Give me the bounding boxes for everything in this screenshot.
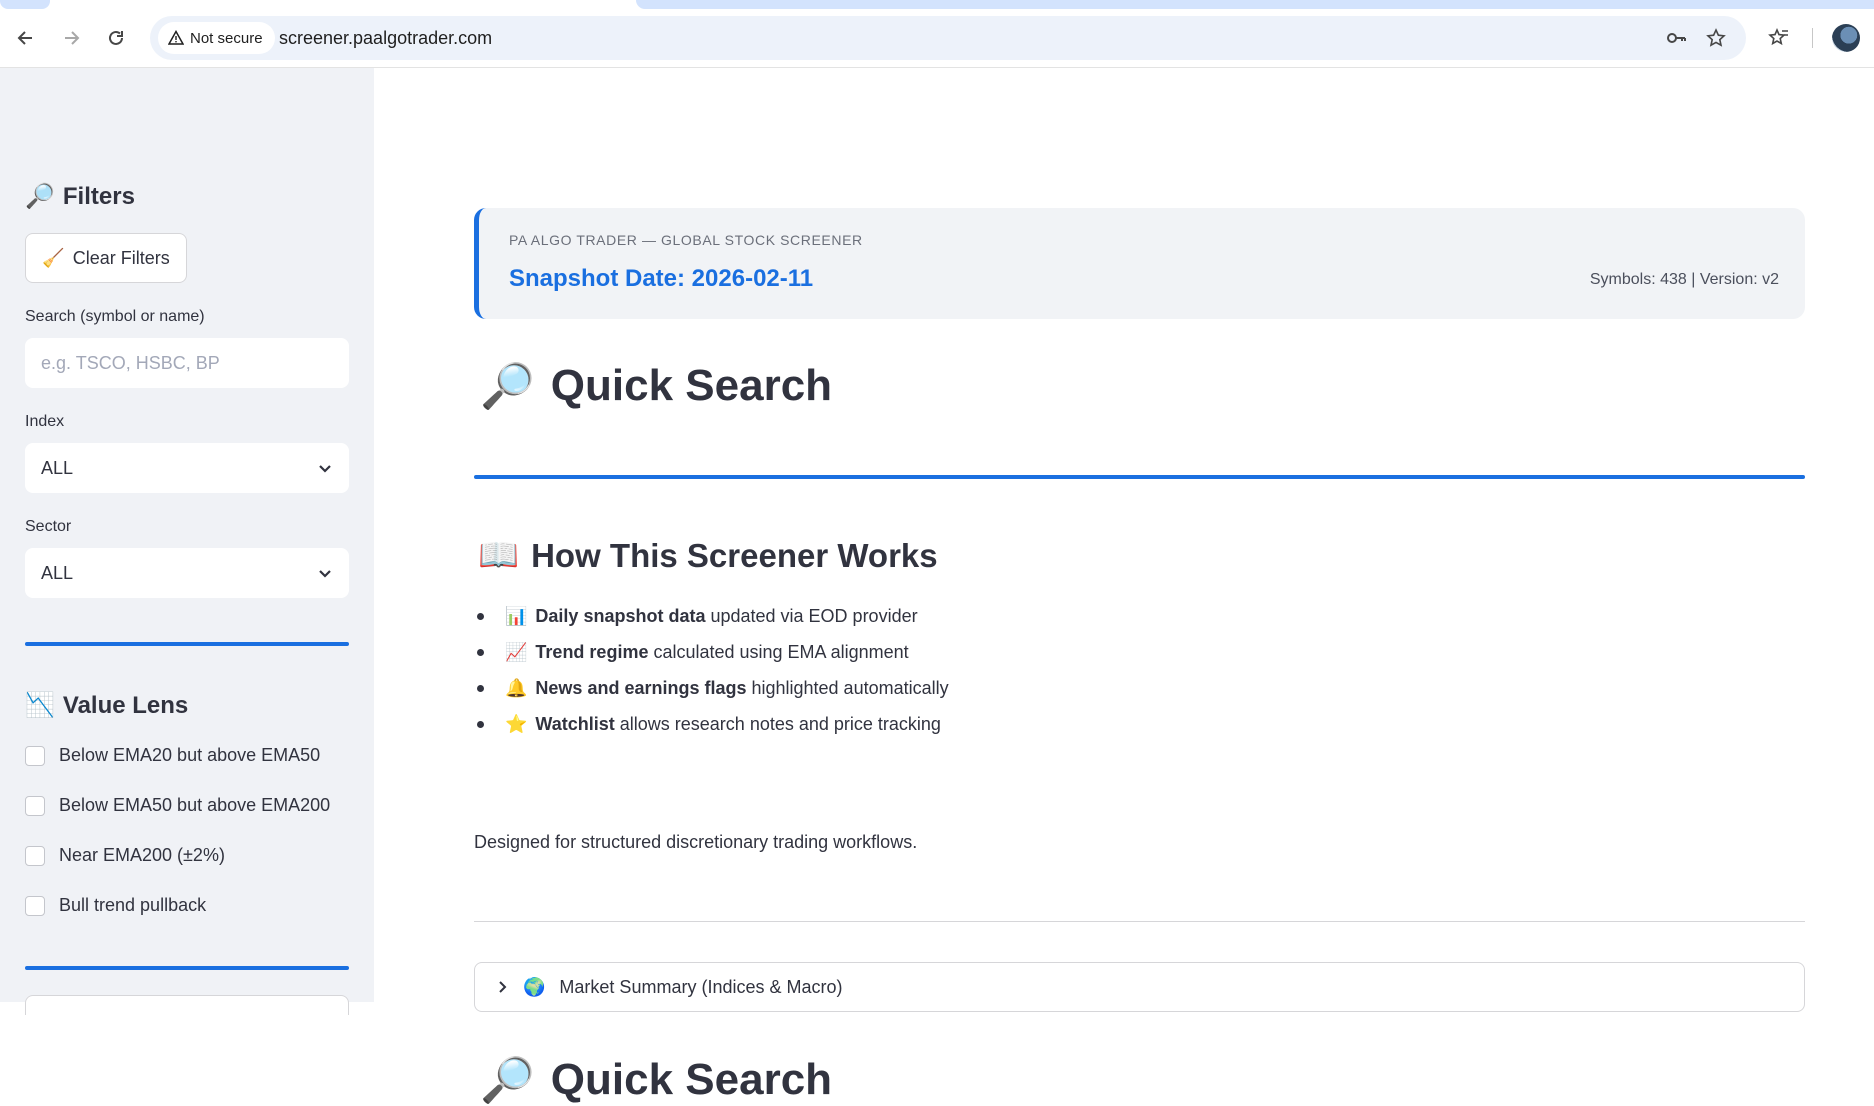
chart-decreasing-icon: 📉: [25, 692, 55, 719]
section-divider: [474, 475, 1805, 479]
reload-button[interactable]: [100, 22, 132, 54]
bookmark-star-icon[interactable]: [1704, 26, 1728, 50]
value-lens-option[interactable]: Bull trend pullback: [25, 895, 206, 916]
sidebar: 🔎 Filters 🧹 Clear Filters Search (symbol…: [0, 68, 374, 1015]
toolbar-divider: [1812, 28, 1813, 48]
security-chip[interactable]: Not secure: [158, 22, 275, 54]
chevron-down-icon: [319, 570, 331, 578]
how-it-works-heading: 📖 How This Screener Works: [478, 536, 938, 575]
magnifier-icon: 🔎: [480, 1056, 535, 1105]
filters-heading: 🔎 Filters: [25, 182, 135, 211]
sidebar-next-widget[interactable]: [25, 995, 349, 1015]
warning-icon: [168, 30, 184, 45]
forward-button[interactable]: [55, 22, 87, 54]
bullet-bold: Trend regime: [535, 641, 649, 662]
sidebar-divider: [25, 966, 349, 970]
bookmarks-manager-icon[interactable]: [1763, 22, 1795, 54]
value-lens-option[interactable]: Below EMA20 but above EMA50: [25, 745, 320, 766]
quick-search-heading-2: 🔎 Quick Search: [480, 1054, 832, 1106]
sidebar-divider: [25, 642, 349, 646]
value-lens-title: Value Lens: [62, 691, 189, 719]
checkbox[interactable]: [25, 795, 45, 816]
snapshot-banner: PA ALGO TRADER — GLOBAL STOCK SCREENER S…: [474, 208, 1805, 319]
bullet-bold: News and earnings flags: [535, 677, 747, 698]
index-select[interactable]: ALL: [25, 443, 349, 493]
reload-icon: [109, 30, 123, 45]
search-input[interactable]: [25, 338, 349, 388]
main-content: PA ALGO TRADER — GLOBAL STOCK SCREENER S…: [374, 68, 1874, 1105]
bullet-text: calculated using EMA alignment: [653, 641, 909, 662]
index-label: Index: [25, 413, 65, 430]
quick-search-title-2: Quick Search: [550, 1055, 833, 1104]
index-value: ALL: [41, 457, 74, 478]
list-item: 📈 Trend regime calculated using EMA alig…: [474, 634, 949, 670]
star-icon: ⭐: [505, 713, 528, 734]
value-lens-option[interactable]: Below EMA50 but above EMA200: [25, 795, 330, 816]
feature-list: 📊 Daily snapshot data updated via EOD pr…: [474, 598, 949, 742]
chart-increasing-icon: 📈: [505, 641, 528, 662]
option-label: Bull trend pullback: [59, 895, 207, 915]
broom-icon: 🧹: [42, 247, 65, 268]
value-lens-heading: 📉 Value Lens: [25, 691, 188, 720]
address-bar[interactable]: Not secure screener.paalgotrader.com: [150, 16, 1746, 60]
magnifier-icon: 🔎: [480, 362, 535, 411]
list-item: 📊 Daily snapshot data updated via EOD pr…: [474, 598, 949, 634]
sector-value: ALL: [41, 562, 74, 583]
market-summary-expander[interactable]: 🌍 Market Summary (Indices & Macro): [474, 962, 1805, 1012]
option-label: Below EMA20 but above EMA50: [59, 745, 321, 765]
bullet-bold: Watchlist: [535, 713, 615, 734]
clear-filters-label: Clear Filters: [72, 247, 170, 268]
option-label: Near EMA200 (±2%): [59, 845, 225, 865]
profile-avatar[interactable]: [1832, 24, 1860, 52]
quick-search-title: Quick Search: [550, 361, 833, 410]
bullet-text: highlighted automatically: [751, 677, 949, 698]
search-label: Search (symbol or name): [25, 308, 205, 325]
description-paragraph: Designed for structured discretionary tr…: [474, 832, 918, 852]
globe-icon: 🌍: [523, 976, 546, 997]
bullet-bold: Daily snapshot data: [535, 605, 706, 626]
open-book-icon: 📖: [478, 536, 520, 573]
password-key-icon[interactable]: [1664, 26, 1688, 50]
chevron-right-icon: [499, 981, 507, 993]
expander-label: Market Summary (Indices & Macro): [559, 976, 843, 997]
snapshot-date: Snapshot Date: 2026-02-11: [509, 265, 814, 292]
option-label: Below EMA50 but above EMA200: [59, 795, 331, 815]
bullet-text: updated via EOD provider: [710, 605, 918, 626]
checkbox[interactable]: [25, 845, 45, 866]
clear-filters-button[interactable]: 🧹 Clear Filters: [25, 233, 187, 283]
tab-inactive-left[interactable]: [0, 0, 50, 9]
list-item: ⭐ Watchlist allows research notes and pr…: [474, 706, 949, 742]
chevron-down-icon: [319, 465, 331, 473]
bell-icon: 🔔: [505, 677, 528, 698]
tab-inactive-right[interactable]: [636, 0, 1874, 9]
banner-eyebrow: PA ALGO TRADER — GLOBAL STOCK SCREENER: [509, 232, 863, 248]
how-it-works-title: How This Screener Works: [531, 536, 938, 574]
checkbox[interactable]: [25, 745, 45, 766]
list-item: 🔔 News and earnings flags highlighted au…: [474, 670, 949, 706]
browser-toolbar: Not secure screener.paalgotrader.com: [0, 0, 1874, 68]
arrow-left-icon: [17, 31, 32, 45]
arrow-right-icon: [65, 31, 80, 45]
value-lens-option[interactable]: Near EMA200 (±2%): [25, 845, 225, 866]
thin-divider: [474, 921, 1805, 922]
checkbox[interactable]: [25, 895, 45, 916]
quick-search-heading: 🔎 Quick Search: [480, 360, 832, 412]
security-label: Not secure: [190, 29, 263, 47]
bullet-text: allows research notes and price tracking: [619, 713, 941, 734]
tab-active[interactable]: [348, 0, 636, 9]
back-button[interactable]: [10, 22, 42, 54]
url-text[interactable]: screener.paalgotrader.com: [279, 28, 492, 49]
tab-strip: [0, 0, 1874, 9]
sector-label: Sector: [25, 518, 72, 535]
magnifier-icon: 🔎: [25, 183, 55, 210]
filters-title: Filters: [62, 182, 135, 210]
bar-chart-icon: 📊: [505, 605, 528, 626]
banner-meta: Symbols: 438 | Version: v2: [1589, 271, 1779, 288]
sector-select[interactable]: ALL: [25, 548, 349, 598]
